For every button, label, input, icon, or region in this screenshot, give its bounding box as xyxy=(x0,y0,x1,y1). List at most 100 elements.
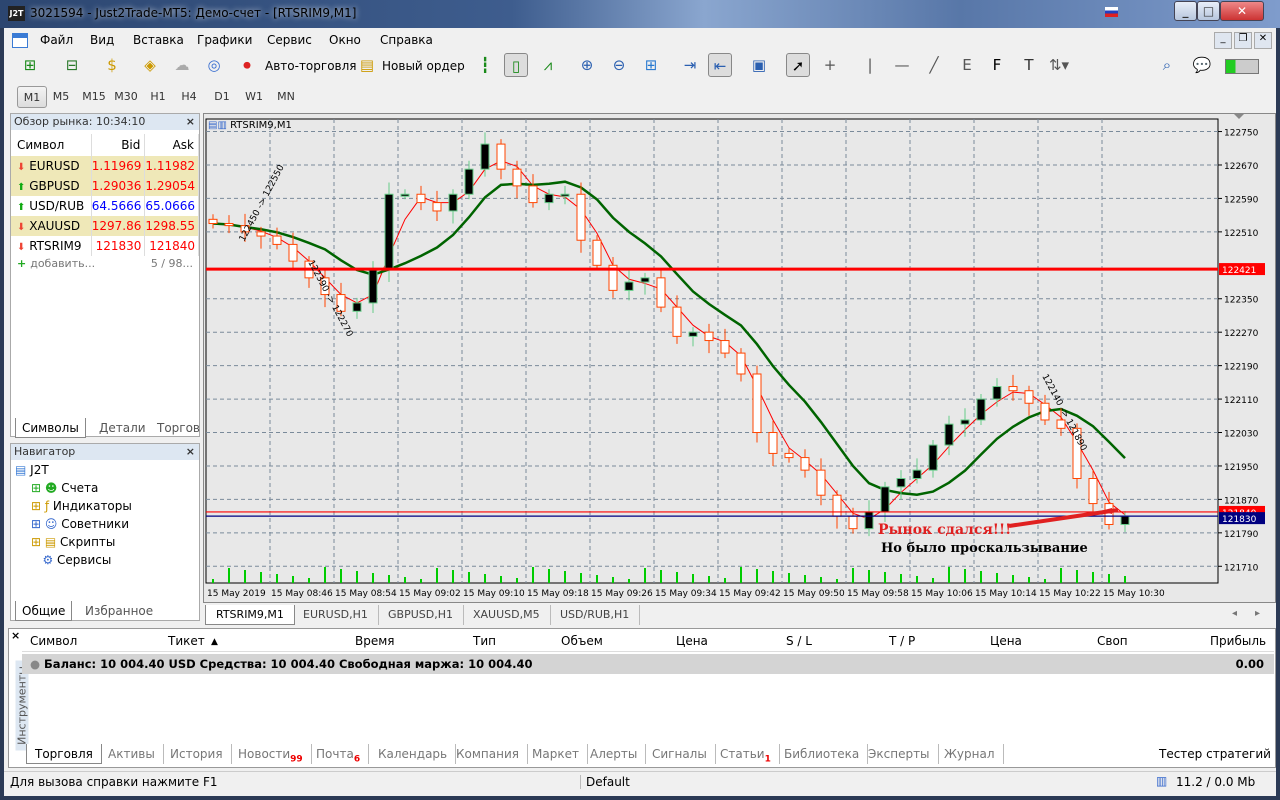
horizontal-line-icon[interactable]: — xyxy=(890,53,914,77)
profiles-icon[interactable]: ⊟ xyxy=(60,53,84,77)
timeframe-w1[interactable]: W1 xyxy=(239,86,269,108)
chart-tab-rtsrim9[interactable]: RTSRIM9,M1 xyxy=(205,605,295,625)
maximize-button[interactable]: □ xyxy=(1197,1,1220,21)
toolbox-tab[interactable]: Маркет xyxy=(524,744,588,764)
menu-window[interactable]: Окно xyxy=(329,33,361,47)
annotation-market-gave-up[interactable]: Рынок сдался!!! xyxy=(878,522,1011,538)
mdi-restore-button[interactable]: ❐ xyxy=(1234,32,1252,49)
toolbox-tab[interactable]: Новости99 xyxy=(230,744,312,764)
col-ask[interactable]: Ask xyxy=(144,134,199,156)
tile-windows-icon[interactable]: ⊞ xyxy=(639,53,663,77)
timeframe-h4[interactable]: H4 xyxy=(174,86,204,108)
toolbox-tab[interactable]: Календарь xyxy=(370,744,457,764)
toolbox-tab[interactable]: История xyxy=(162,744,232,764)
toolbox-tab[interactable]: Почта6 xyxy=(308,744,370,764)
new-order-button[interactable]: Новый ордер xyxy=(382,59,465,73)
elliott-icon[interactable]: E xyxy=(955,53,979,77)
timeframe-m1[interactable]: M1 xyxy=(17,86,47,108)
toolbox-tab[interactable]: Активы xyxy=(100,744,164,764)
autotrade-button[interactable]: Авто-торговля xyxy=(265,59,357,73)
status-profile[interactable]: Default xyxy=(580,775,630,789)
menu-file[interactable]: Файл xyxy=(40,33,73,47)
trendline-icon[interactable]: ╱ xyxy=(922,53,946,77)
app-menu-icon[interactable] xyxy=(12,33,28,48)
navigator-item-indicators[interactable]: ⊞ ƒ Индикаторы xyxy=(31,497,132,515)
signals-icon[interactable]: ◎ xyxy=(202,53,226,77)
candlestick-icon[interactable]: ▯ xyxy=(504,53,528,77)
minimize-button[interactable]: _ xyxy=(1174,1,1197,21)
bar-chart-icon[interactable]: ┇ xyxy=(473,53,497,77)
balance-row[interactable]: ● Баланс: 10 004.40 USD Средства: 10 004.… xyxy=(22,654,1274,674)
data-window-icon[interactable]: ◈ xyxy=(138,53,162,77)
chart-tab-eurusd[interactable]: EURUSD,H1 xyxy=(293,605,379,625)
col-swap[interactable]: Своп xyxy=(1097,634,1128,648)
toolbox-tab[interactable]: Сигналы xyxy=(644,744,716,764)
toolbox-tab[interactable]: Компания xyxy=(448,744,528,764)
zoom-in-icon[interactable]: ⊕ xyxy=(575,53,599,77)
col-bid[interactable]: Bid xyxy=(91,134,146,156)
col-sl[interactable]: S / L xyxy=(786,634,812,648)
navigator-icon[interactable]: ☁ xyxy=(170,53,194,77)
col-symbol[interactable]: Символ xyxy=(30,634,77,648)
chart-tab-gbpusd[interactable]: GBPUSD,H1 xyxy=(378,605,464,625)
market-watch-icon[interactable]: $ xyxy=(100,53,124,77)
line-chart-icon[interactable]: ⩘ xyxy=(536,53,560,77)
col-ticket[interactable]: Тикет xyxy=(168,634,205,648)
add-symbol-link[interactable]: добавить... xyxy=(30,257,95,270)
chart-window[interactable]: 122750 122670 122590 122510 122350 122270 1221… xyxy=(203,113,1276,603)
toolbox-tab[interactable]: Алерты xyxy=(582,744,647,764)
col-volume[interactable]: Объем xyxy=(561,634,603,648)
new-order-icon[interactable]: ▤ xyxy=(355,53,379,77)
navigator-item-scripts[interactable]: ⊞ ▤ Скрипты xyxy=(31,533,115,551)
menu-tools[interactable]: Сервис xyxy=(267,33,312,47)
price-chart[interactable]: 122750 122670 122590 122510 122350 122270 1221… xyxy=(204,114,1277,604)
arrows-icon[interactable]: ⇅▾ xyxy=(1047,53,1071,77)
menu-help[interactable]: Справка xyxy=(380,33,433,47)
chart-shift-icon[interactable]: ⇤ xyxy=(708,53,732,77)
toolbox-tab[interactable]: Статьи1 xyxy=(712,744,780,764)
close-icon[interactable]: × xyxy=(186,114,195,130)
tab-common[interactable]: Общие xyxy=(15,601,73,621)
tab-trading[interactable]: Торгов xyxy=(151,418,206,438)
navigator-root[interactable]: ▤ J2T xyxy=(15,461,49,479)
new-chart-icon[interactable]: ⊞ xyxy=(18,53,42,77)
tab-symbols[interactable]: Символы xyxy=(15,418,86,438)
tabs-scroll-left-icon[interactable]: ◂ xyxy=(1232,608,1237,619)
timeframe-m15[interactable]: M15 xyxy=(79,86,109,108)
toolbox-tab[interactable]: Эксперты xyxy=(860,744,939,764)
fibonacci-icon[interactable]: F xyxy=(985,53,1009,77)
annotation-slippage[interactable]: Но было проскальзывание xyxy=(881,541,1088,556)
navigator-item-experts[interactable]: ⊞ ☺ Советники xyxy=(31,515,129,533)
col-symbol[interactable]: Символ xyxy=(11,134,92,156)
cursor-icon[interactable]: ➚ xyxy=(786,53,810,77)
market-watch-row[interactable]: ⬇ XAUUSD 1297.86 1298.55 xyxy=(11,216,199,236)
menu-charts[interactable]: Графики xyxy=(197,33,252,47)
mdi-minimize-button[interactable]: _ xyxy=(1214,32,1232,49)
tabs-scroll-right-icon[interactable]: ▸ xyxy=(1255,608,1260,619)
close-icon[interactable]: × xyxy=(186,444,195,460)
menu-view[interactable]: Вид xyxy=(90,33,114,47)
search-icon[interactable]: ⌕ xyxy=(1155,53,1179,77)
toolbox-close-icon[interactable]: × xyxy=(11,629,20,642)
col-price[interactable]: Цена xyxy=(676,634,708,648)
timeframe-d1[interactable]: D1 xyxy=(207,86,237,108)
save-template-icon[interactable]: ▣ xyxy=(747,53,771,77)
close-button[interactable]: ✕ xyxy=(1220,1,1264,21)
timeframe-h1[interactable]: H1 xyxy=(143,86,173,108)
toolbox-tab[interactable]: Торговля xyxy=(26,744,102,764)
timeframe-m5[interactable]: M5 xyxy=(46,86,76,108)
zoom-out-icon[interactable]: ⊖ xyxy=(607,53,631,77)
chart-tab-xauusd[interactable]: XAUUSD,M5 xyxy=(463,605,551,625)
col-profit[interactable]: Прибыль xyxy=(1210,634,1266,648)
chart-tab-usdrub[interactable]: USD/RUB,H1 xyxy=(550,605,641,625)
text-icon[interactable]: T xyxy=(1017,53,1041,77)
autotrade-icon[interactable]: ⏺ xyxy=(235,53,259,77)
tab-details[interactable]: Детали xyxy=(93,418,152,438)
col-type[interactable]: Тип xyxy=(473,634,496,648)
strategy-tester-tab[interactable]: Тестер стратегий xyxy=(1159,747,1271,761)
add-symbol-row[interactable]: + добавить... 5 / 98... xyxy=(11,254,199,274)
market-watch-row[interactable]: ⬇ RTSRIM9 121830 121840 xyxy=(11,236,199,256)
navigator-item-accounts[interactable]: ⊞ ☻ Счета xyxy=(31,479,98,497)
timeframe-mn[interactable]: MN xyxy=(271,86,301,108)
timeframe-m30[interactable]: M30 xyxy=(111,86,141,108)
